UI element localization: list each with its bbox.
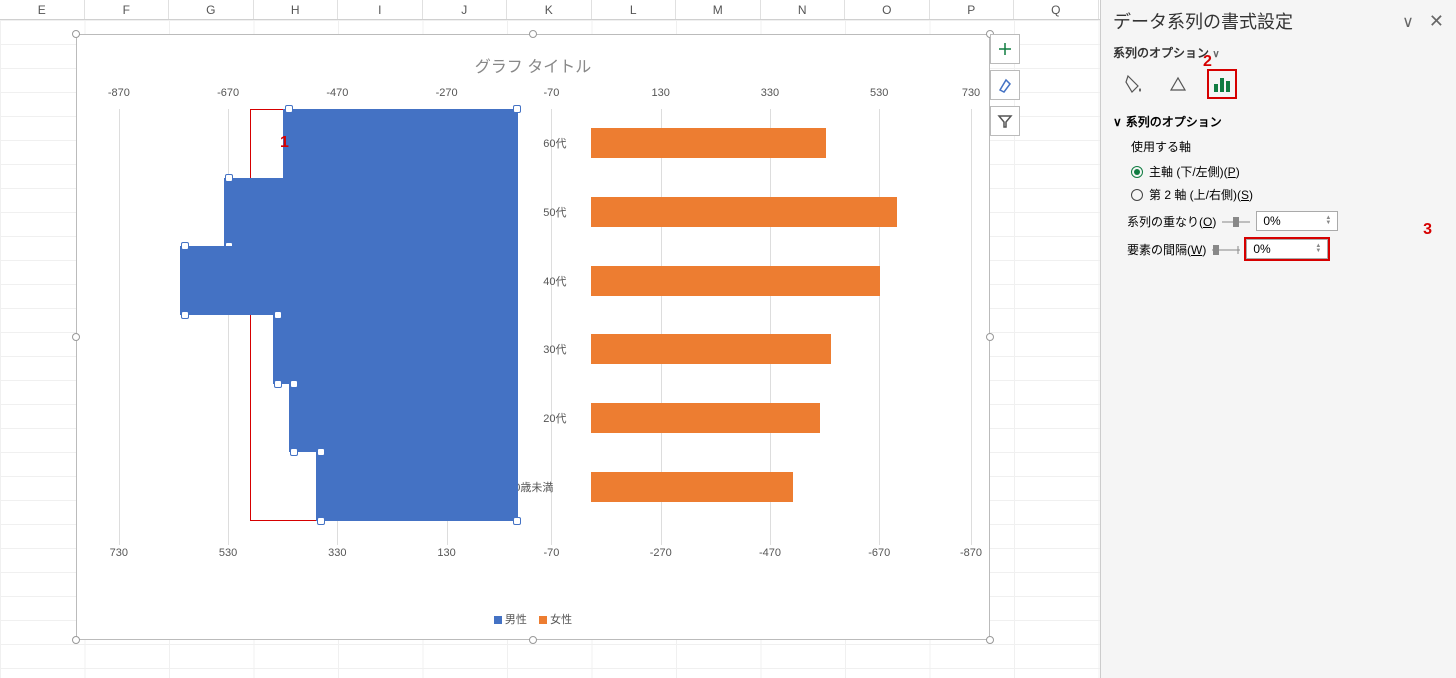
fill-line-icon[interactable] xyxy=(1121,71,1147,97)
col-header[interactable]: L xyxy=(592,0,677,19)
close-icon[interactable]: ✕ xyxy=(1429,11,1444,31)
axis-tick: -270 xyxy=(650,547,672,559)
bar-male[interactable] xyxy=(180,246,518,315)
axis-tick: 730 xyxy=(110,547,128,559)
axis-tick: 130 xyxy=(652,87,670,99)
chart-title[interactable]: グラフ タイトル xyxy=(77,35,989,77)
series-overlap-label: 系列の重なり(O) xyxy=(1127,213,1216,230)
bars-zone: 60代 50代 40代 xyxy=(97,109,971,545)
axis-tick: 330 xyxy=(328,547,346,559)
primary-axis-radio[interactable]: 主軸 (下/左側)(P) xyxy=(1131,163,1444,180)
col-header[interactable]: O xyxy=(845,0,930,19)
spreadsheet-area: E F G H I J K L M N O P Q グラフ タイトル -870 … xyxy=(0,0,1100,678)
section-series-options[interactable]: ∨ 系列のオプション xyxy=(1113,113,1444,130)
axis-tick: 530 xyxy=(870,87,888,99)
secondary-axis-radio[interactable]: 第 2 軸 (上/右側)(S) xyxy=(1131,186,1444,203)
category-label: 30代 xyxy=(517,341,567,357)
plot-area[interactable]: -870 -670 -470 -270 -70 130 330 530 730 xyxy=(97,87,971,567)
format-pane: データ系列の書式設定 ∨ ✕ 系列のオプション ∨ 2 ∨ 系列のオプション 使… xyxy=(1100,0,1456,678)
bar-female[interactable] xyxy=(591,472,793,502)
axis-tick: -470 xyxy=(326,87,348,99)
col-header[interactable]: G xyxy=(169,0,254,19)
category-label: 60代 xyxy=(517,135,567,151)
axis-tick: -670 xyxy=(217,87,239,99)
col-header[interactable]: I xyxy=(338,0,423,19)
category-label: 20代 xyxy=(517,410,567,426)
axis-tick: -470 xyxy=(759,547,781,559)
bar-male[interactable] xyxy=(273,315,519,384)
col-header[interactable]: N xyxy=(761,0,846,19)
axis-tick: -870 xyxy=(960,547,982,559)
axis-tick: -70 xyxy=(544,547,560,559)
chart-legend[interactable]: 男性 女性 xyxy=(77,611,989,627)
chart-side-tools xyxy=(990,34,1022,142)
chart-styles-button[interactable] xyxy=(990,70,1020,100)
chart-elements-button[interactable] xyxy=(990,34,1020,64)
axis-tick: -270 xyxy=(436,87,458,99)
legend-label-male: 男性 xyxy=(505,614,527,626)
top-x-axis[interactable]: -870 -670 -470 -270 -70 130 330 530 730 xyxy=(97,87,971,107)
legend-label-female: 女性 xyxy=(550,614,572,626)
bar-male[interactable] xyxy=(289,384,518,453)
col-header[interactable]: F xyxy=(85,0,170,19)
axis-tick: -670 xyxy=(868,547,890,559)
bar-female[interactable] xyxy=(591,334,831,364)
axis-tick: -870 xyxy=(108,87,130,99)
annotation-3: 3 xyxy=(1423,221,1432,239)
category-label: 40代 xyxy=(517,273,567,289)
chart-object[interactable]: グラフ タイトル -870 -670 -470 -270 -70 130 330… xyxy=(76,34,990,640)
chart-filters-button[interactable] xyxy=(990,106,1020,136)
chevron-down-icon: ∨ xyxy=(1113,115,1122,129)
gap-width-label: 要素の間隔(W) xyxy=(1127,241,1206,258)
legend-swatch-female xyxy=(539,616,547,624)
axis-tick: 530 xyxy=(219,547,237,559)
col-header[interactable]: H xyxy=(254,0,339,19)
col-header[interactable]: P xyxy=(930,0,1015,19)
bar-female[interactable] xyxy=(591,197,897,227)
resize-handle[interactable] xyxy=(986,333,994,341)
bar-male[interactable] xyxy=(283,109,518,178)
col-header[interactable]: K xyxy=(507,0,592,19)
annotation-1: 1 xyxy=(280,134,289,152)
radio-icon xyxy=(1131,189,1143,201)
gap-slider[interactable] xyxy=(1212,244,1240,254)
column-headers: E F G H I J K L M N O P Q xyxy=(0,0,1100,20)
annotation-2: 2 xyxy=(1203,53,1212,71)
effects-icon[interactable] xyxy=(1165,71,1191,97)
resize-handle[interactable] xyxy=(72,333,80,341)
axis-label: 使用する軸 xyxy=(1131,138,1444,155)
series-options-icon[interactable] xyxy=(1209,71,1235,97)
bar-male[interactable] xyxy=(316,452,518,521)
axis-tick: 330 xyxy=(761,87,779,99)
axis-tick: 130 xyxy=(437,547,455,559)
radio-icon xyxy=(1131,166,1143,178)
panel-title: データ系列の書式設定 ∨ ✕ xyxy=(1113,8,1444,34)
bar-female[interactable] xyxy=(591,128,826,158)
gap-width-input[interactable]: 0%▲▼ xyxy=(1246,239,1328,259)
resize-handle[interactable] xyxy=(529,30,537,38)
resize-handle[interactable] xyxy=(72,30,80,38)
col-header[interactable]: Q xyxy=(1014,0,1099,19)
category-label: 50代 xyxy=(517,204,567,220)
col-header[interactable]: E xyxy=(0,0,85,19)
resize-handle[interactable] xyxy=(986,636,994,644)
bar-female[interactable] xyxy=(591,403,820,433)
bar-male[interactable] xyxy=(224,178,519,247)
bottom-x-axis[interactable]: 730 530 330 130 -70 -270 -470 -670 -870 xyxy=(97,547,971,567)
resize-handle[interactable] xyxy=(529,636,537,644)
overlap-slider[interactable] xyxy=(1222,216,1250,226)
col-header[interactable]: M xyxy=(676,0,761,19)
col-header[interactable]: J xyxy=(423,0,508,19)
axis-tick: 730 xyxy=(962,87,980,99)
overlap-input[interactable]: 0%▲▼ xyxy=(1256,211,1338,231)
legend-swatch-male xyxy=(494,616,502,624)
bar-female[interactable] xyxy=(591,266,880,296)
axis-tick: -70 xyxy=(544,87,560,99)
collapse-icon[interactable]: ∨ xyxy=(1402,14,1414,31)
resize-handle[interactable] xyxy=(72,636,80,644)
